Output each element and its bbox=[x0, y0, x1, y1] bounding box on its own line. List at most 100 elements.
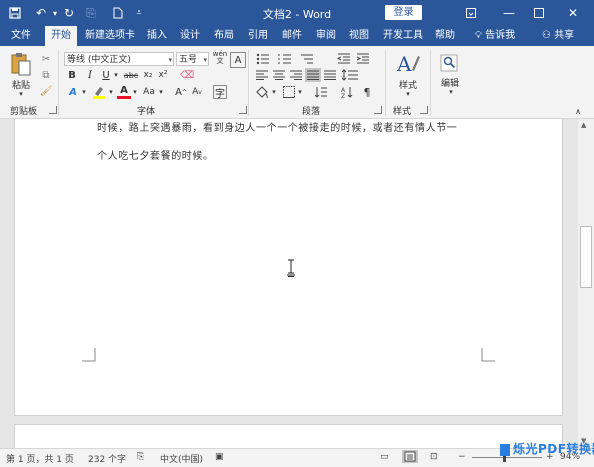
tab-design[interactable]: 设计 bbox=[175, 26, 205, 46]
change-case-dropdown-icon[interactable]: ▾ bbox=[157, 85, 165, 99]
strikethrough-button[interactable]: abc bbox=[122, 68, 140, 82]
phonetic-guide-button[interactable]: wén 文 bbox=[211, 50, 229, 66]
read-mode-icon[interactable]: ▭ bbox=[380, 452, 389, 462]
close-icon[interactable]: ✕ bbox=[560, 3, 586, 23]
clear-formatting-icon[interactable]: ⌫ bbox=[180, 68, 194, 82]
styles-icon[interactable]: A bbox=[394, 52, 422, 76]
share-button[interactable]: ⚇ 共享 bbox=[536, 26, 580, 46]
print-layout-icon[interactable] bbox=[402, 450, 418, 463]
bullets-icon[interactable] bbox=[254, 52, 272, 66]
sort-icon[interactable]: AZ bbox=[340, 85, 354, 99]
superscript-button[interactable]: x² bbox=[157, 68, 169, 82]
tab-layout[interactable]: 布局 bbox=[209, 26, 239, 46]
underline-button[interactable]: U bbox=[100, 68, 112, 82]
align-left-icon[interactable] bbox=[254, 68, 270, 82]
highlight-dropdown-icon[interactable]: ▾ bbox=[107, 85, 115, 99]
borders-dropdown-icon[interactable]: ▾ bbox=[296, 85, 304, 99]
tab-developer[interactable]: 开发工具 bbox=[380, 26, 426, 46]
document-page[interactable]: 时候，路上突遇暴雨，看到身边人一个一个被接走的时候，或者还有情人节一 个人吃七夕… bbox=[14, 119, 563, 416]
font-color-button[interactable]: A bbox=[117, 85, 131, 99]
decrease-indent-icon[interactable] bbox=[336, 52, 352, 66]
numbering-icon[interactable] bbox=[276, 52, 294, 66]
text-effects-icon[interactable]: A bbox=[66, 85, 80, 99]
language-indicator[interactable]: 中文(中国) bbox=[160, 452, 203, 465]
text-effects-dropdown-icon[interactable]: ▾ bbox=[80, 85, 88, 99]
web-layout-icon[interactable]: ⊡ bbox=[430, 452, 438, 462]
cut-icon[interactable]: ✂ bbox=[39, 52, 53, 66]
redo-icon[interactable]: ↻ bbox=[60, 4, 78, 22]
line-spacing-icon[interactable] bbox=[340, 68, 360, 82]
login-button[interactable]: 登录 bbox=[385, 5, 422, 20]
repeat-icon[interactable]: ⎘ bbox=[82, 4, 100, 22]
paste-dropdown-icon[interactable]: ▾ bbox=[14, 90, 28, 98]
borders-icon[interactable] bbox=[282, 85, 296, 99]
editing-button[interactable]: 编辑 bbox=[435, 76, 465, 89]
copy-icon[interactable]: ⧉ bbox=[39, 68, 53, 82]
tab-review[interactable]: 审阅 bbox=[311, 26, 341, 46]
zoom-out-icon[interactable]: − bbox=[458, 452, 466, 462]
grow-font-button[interactable]: A ^ bbox=[174, 85, 188, 99]
zoom-slider[interactable] bbox=[472, 457, 542, 458]
editing-dropdown-icon[interactable]: ▾ bbox=[444, 88, 458, 96]
watermark-logo: 烁光PDF转换器 bbox=[500, 440, 594, 457]
subscript-button[interactable]: x₂ bbox=[142, 68, 154, 82]
underline-dropdown-icon[interactable]: ▾ bbox=[112, 68, 120, 82]
tab-view[interactable]: 视图 bbox=[344, 26, 374, 46]
new-document-icon[interactable] bbox=[109, 4, 127, 22]
font-name-combo[interactable]: 等线 (中文正文) ▾ bbox=[64, 52, 174, 66]
highlight-color-button[interactable] bbox=[91, 85, 107, 99]
vertical-scrollbar[interactable]: ▲ ▼ bbox=[578, 119, 594, 448]
chinese-layout-icon[interactable] bbox=[314, 85, 328, 99]
shading-dropdown-icon[interactable]: ▾ bbox=[270, 85, 278, 99]
document-text-line[interactable]: 时候，路上突遇暴雨，看到身边人一个一个被接走的时候，或者还有情人节一 bbox=[97, 119, 457, 134]
distributed-icon[interactable] bbox=[322, 68, 338, 82]
page-count[interactable]: 第 1 页，共 1 页 bbox=[6, 452, 74, 465]
editing-icon[interactable] bbox=[438, 52, 460, 74]
character-border-icon[interactable]: A bbox=[230, 52, 246, 68]
collapse-ribbon-icon[interactable]: ∧ bbox=[572, 106, 584, 116]
paste-icon[interactable] bbox=[8, 52, 34, 78]
show-marks-icon[interactable]: ¶ bbox=[360, 85, 374, 99]
maximize-icon[interactable] bbox=[526, 3, 552, 23]
ribbon-display-options-icon[interactable] bbox=[458, 3, 484, 23]
tab-references[interactable]: 引用 bbox=[243, 26, 273, 46]
macro-record-icon[interactable]: ▣ bbox=[215, 452, 224, 462]
italic-button[interactable]: I bbox=[84, 68, 96, 82]
multilevel-list-icon[interactable] bbox=[298, 52, 316, 66]
tab-file[interactable]: 文件 bbox=[6, 26, 36, 46]
save-icon[interactable] bbox=[6, 4, 24, 22]
tab-insert[interactable]: 插入 bbox=[142, 26, 172, 46]
minimize-icon[interactable]: — bbox=[496, 3, 522, 23]
tab-help[interactable]: 帮助 bbox=[430, 26, 460, 46]
word-count[interactable]: 232 个字 bbox=[88, 452, 126, 465]
font-launcher-icon[interactable] bbox=[239, 106, 247, 114]
tab-mailings[interactable]: 邮件 bbox=[277, 26, 307, 46]
align-right-icon[interactable] bbox=[288, 68, 304, 82]
margin-corner-marker bbox=[82, 348, 96, 362]
paragraph-launcher-icon[interactable] bbox=[374, 106, 382, 114]
bold-button[interactable]: B bbox=[66, 68, 78, 82]
shading-icon[interactable] bbox=[254, 85, 270, 99]
document-text-line[interactable]: 个人吃七夕套餐的时候。 bbox=[97, 147, 214, 162]
increase-indent-icon[interactable] bbox=[355, 52, 371, 66]
change-case-button[interactable]: Aa bbox=[141, 85, 157, 99]
tell-me-box[interactable]: 💡︎ 告诉我 bbox=[466, 26, 524, 46]
proofing-icon[interactable]: ⎘ bbox=[137, 452, 144, 462]
clipboard-launcher-icon[interactable] bbox=[49, 106, 57, 114]
font-size-combo[interactable]: 五号 ▾ bbox=[176, 52, 209, 66]
format-painter-icon[interactable]: 🖌︎ bbox=[39, 84, 53, 98]
align-center-icon[interactable] bbox=[271, 68, 287, 82]
styles-button[interactable]: 样式 bbox=[392, 78, 424, 91]
scrollbar-thumb[interactable] bbox=[580, 226, 592, 288]
justify-icon[interactable] bbox=[305, 68, 321, 82]
tab-new-tab[interactable]: 新建选项卡 bbox=[82, 26, 138, 46]
styles-launcher-icon[interactable] bbox=[420, 106, 428, 114]
scroll-up-icon[interactable]: ▲ bbox=[581, 121, 586, 129]
paste-button[interactable]: 粘贴 bbox=[7, 78, 35, 91]
shrink-font-button[interactable]: Av bbox=[190, 85, 204, 99]
styles-dropdown-icon[interactable]: ▾ bbox=[401, 90, 415, 98]
customize-toolbar-icon[interactable]: ⩡ bbox=[130, 4, 148, 22]
enclose-characters-icon[interactable]: 字 bbox=[213, 85, 227, 100]
font-color-dropdown-icon[interactable]: ▾ bbox=[131, 85, 139, 99]
tab-home[interactable]: 开始 bbox=[45, 26, 77, 46]
